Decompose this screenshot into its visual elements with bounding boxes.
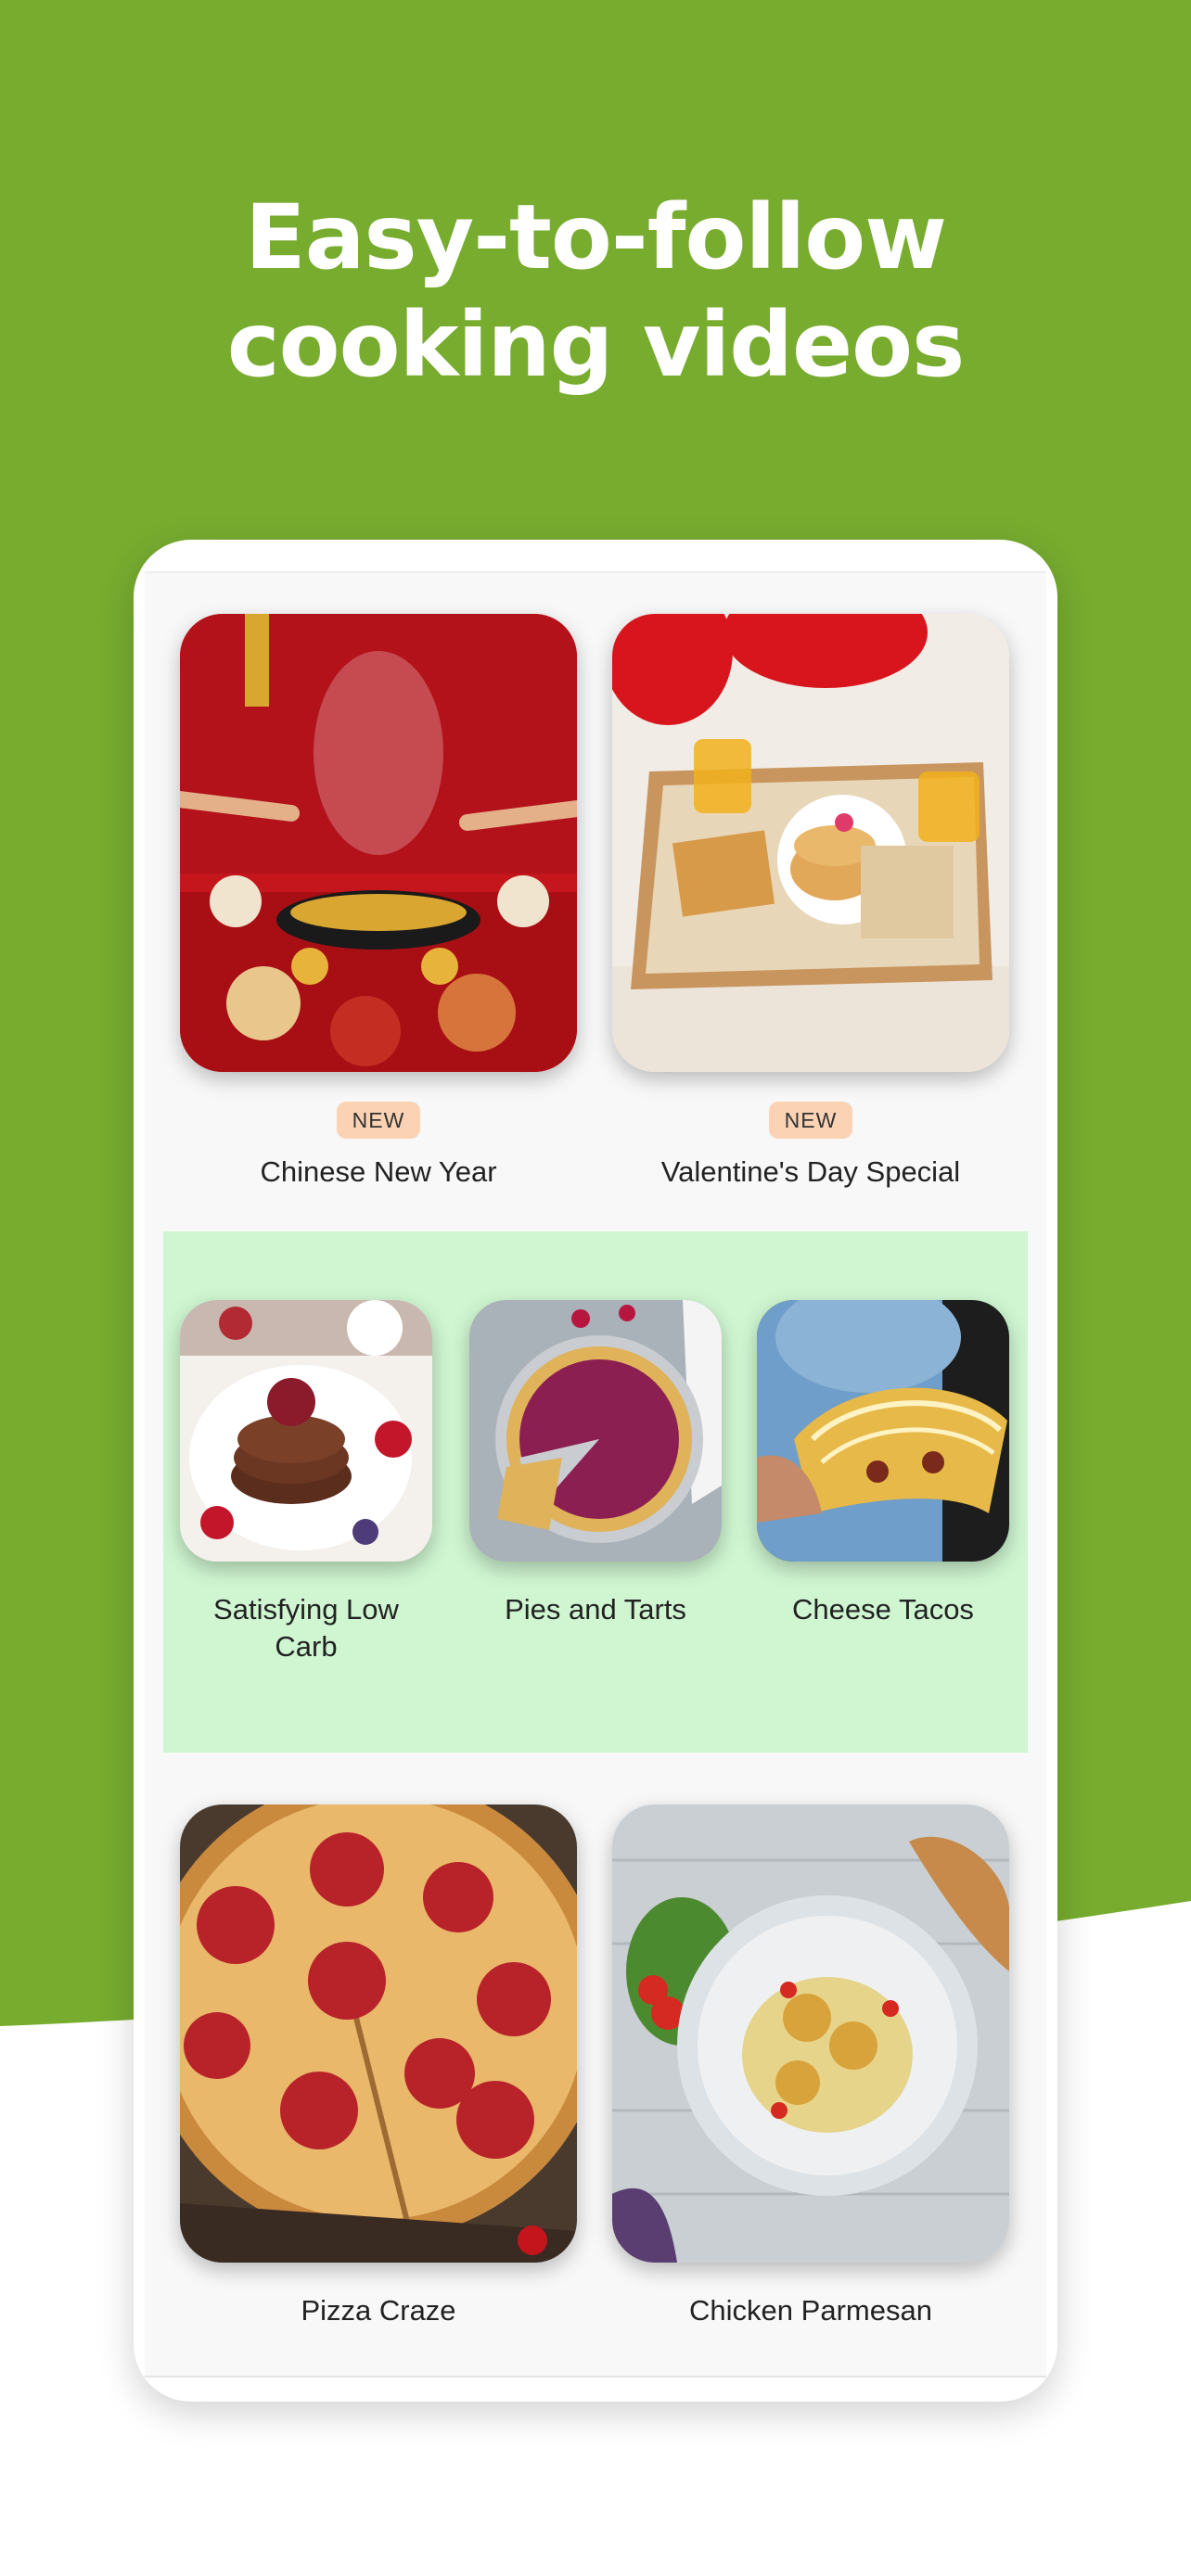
recipe-title: Cheese Tacos [792,1593,974,1626]
recipe-title: Pies and Tarts [505,1593,686,1626]
recipe-card-pies-and-tarts[interactable]: Pies and Tarts [469,1300,722,1671]
recipe-title: Chinese New Year [260,1155,497,1188]
recipe-thumbnail[interactable] [180,614,577,1072]
recipe-card-chicken-parmesan[interactable]: Chicken Parmesan [612,1804,1009,2333]
recipe-card-cheese-tacos[interactable]: Cheese Tacos [757,1300,1009,1671]
recipe-title: Valentine's Day Special [660,1155,961,1188]
recipe-thumbnail[interactable] [757,1300,1009,1562]
recipe-card-chinese-new-year[interactable]: NEW Chinese New Year [180,614,577,1198]
new-badge: NEW [337,1102,420,1139]
recipe-card-valentines-day-special[interactable]: NEW Valentine's Day Special [612,614,1009,1198]
recipe-title: Satisfying Low Carb [213,1593,399,1663]
headline-line-2: cooking videos [226,293,965,397]
recipe-thumbnail[interactable] [612,614,1009,1072]
headline-line-1: Easy-to-follow [245,185,947,289]
new-badge: NEW [769,1102,852,1139]
recipe-thumbnail[interactable] [469,1300,722,1562]
recipe-thumbnail[interactable] [180,1300,432,1562]
recipe-thumbnail[interactable] [180,1804,577,2263]
recipe-card-satisfying-low-carb[interactable]: Satisfying Low Carb [180,1300,432,1671]
headline: Easy-to-follow cooking videos [0,184,1191,399]
recipe-title: Pizza Craze [301,2294,456,2327]
recipe-title: Chicken Parmesan [689,2294,932,2327]
recipe-card-pizza-craze[interactable]: Pizza Craze [180,1804,577,2333]
recipe-thumbnail[interactable] [612,1804,1009,2263]
